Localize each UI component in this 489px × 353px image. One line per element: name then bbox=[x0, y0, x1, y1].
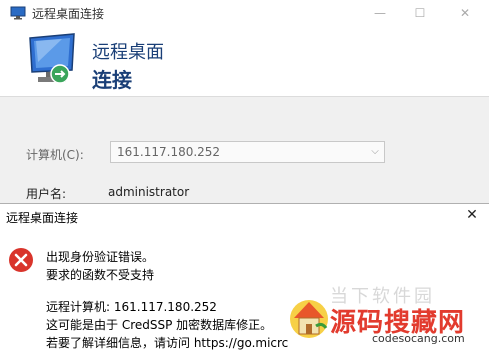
maximize-button[interactable]: ☐ bbox=[405, 2, 435, 24]
close-icon[interactable]: ✕ bbox=[463, 206, 481, 224]
minimize-button[interactable]: — bbox=[365, 2, 395, 24]
error-detail-line: 这可能是由于 CredSSP 加密数据库修正。 bbox=[46, 318, 273, 332]
rdp-window: 远程桌面连接 — ☐ ✕ 远程桌面 连接 计算机(C): 161.117.180… bbox=[0, 0, 489, 204]
error-message-line: 出现身份验证错误。 bbox=[46, 250, 155, 264]
error-dialog-title: 远程桌面连接 bbox=[6, 211, 79, 225]
watermark-url: codesocang.com bbox=[372, 332, 465, 345]
username-value: administrator bbox=[108, 185, 190, 199]
rdp-window-title: 远程桌面连接 bbox=[32, 7, 105, 21]
rdp-app-icon bbox=[10, 6, 26, 20]
error-icon bbox=[8, 247, 34, 273]
rdp-titlebar: 远程桌面连接 — ☐ ✕ bbox=[0, 0, 489, 26]
computer-combobox[interactable]: 161.117.180.252 ⌵ bbox=[110, 141, 385, 163]
rdp-header-title-line1: 远程桌面 bbox=[92, 42, 164, 63]
error-detail-line: 远程计算机: 161.117.180.252 bbox=[46, 300, 217, 314]
username-label: 用户名: bbox=[26, 187, 67, 201]
chevron-down-icon[interactable]: ⌵ bbox=[366, 142, 384, 162]
error-message-line: 要求的函数不受支持 bbox=[46, 268, 155, 282]
computer-label: 计算机(C): bbox=[26, 148, 84, 162]
computer-value: 161.117.180.252 bbox=[117, 145, 221, 159]
remote-desktop-logo-icon bbox=[22, 32, 82, 90]
rdp-header-title-line2: 连接 bbox=[92, 68, 132, 92]
close-button[interactable]: ✕ bbox=[450, 2, 480, 24]
rdp-header: 远程桌面 连接 bbox=[0, 26, 489, 97]
error-detail-line: 若要了解详细信息，请访问 https://go.micrc bbox=[46, 336, 289, 350]
watermark-house-icon bbox=[286, 294, 332, 340]
